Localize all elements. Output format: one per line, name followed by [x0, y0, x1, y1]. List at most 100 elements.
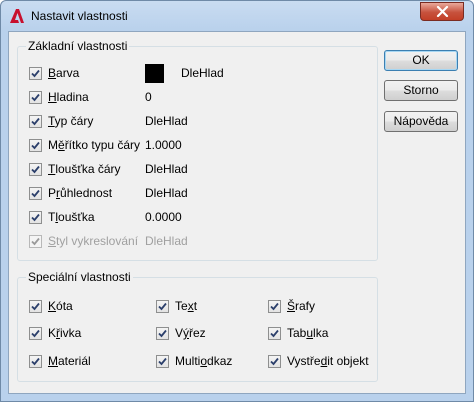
checkbox-label: Průhlednost [48, 186, 112, 200]
special-property-item[interactable]: Text [156, 298, 197, 314]
checkmark-icon [31, 141, 40, 149]
label-part: Te [175, 299, 188, 313]
label-part: řez [189, 326, 206, 340]
checkbox[interactable] [29, 162, 42, 176]
label-part: ladina [56, 90, 89, 104]
dialog-window: Nastavit vlastnosti Základní vlastnosti … [0, 0, 474, 402]
cancel-button[interactable]: Storno [384, 80, 458, 101]
property-value: 0.0000 [145, 210, 182, 224]
checkbox[interactable] [29, 299, 42, 313]
checkmark-icon [31, 357, 40, 365]
checkbox-label: Křivka [48, 326, 81, 340]
special-property-item[interactable]: Výřez [156, 325, 206, 341]
special-property-item[interactable]: Vystředit objekt [268, 353, 369, 369]
label-part: dkaz [207, 354, 233, 368]
label-part: Vystře [287, 354, 321, 368]
special-property-item[interactable]: Materiál [29, 353, 91, 369]
special-property-item[interactable]: Multiodkaz [156, 353, 232, 369]
checkbox-label: Tloušťka čáry [48, 162, 121, 176]
checkbox[interactable] [29, 90, 42, 104]
checkbox-label: Materiál [48, 354, 91, 368]
basic-property-row[interactable]: Tloušťka [29, 209, 95, 225]
label-part: K [48, 326, 57, 340]
checkbox-label: Šrafy [287, 299, 315, 313]
checkmark-icon [158, 357, 167, 365]
checkmark-icon [31, 117, 40, 125]
label-part: arva [56, 66, 80, 80]
label-part: S [48, 234, 57, 248]
checkbox[interactable] [29, 354, 42, 368]
checkmark-icon [31, 302, 40, 310]
checkbox[interactable] [29, 210, 42, 224]
close-button[interactable] [420, 2, 464, 21]
basic-property-row[interactable]: Tloušťka čáry [29, 161, 121, 177]
checkbox-label: Kóta [48, 299, 73, 313]
basic-property-row: Styl vykreslování [29, 233, 138, 249]
checkbox-label: Hladina [48, 90, 89, 104]
checkbox[interactable] [29, 326, 42, 340]
property-value: DleHlad [145, 162, 188, 176]
label-part: M [48, 354, 58, 368]
checkbox-label: Text [175, 299, 197, 313]
special-property-item[interactable]: Křivka [29, 325, 81, 341]
special-property-item[interactable]: Tabulka [268, 325, 328, 341]
checkmark-icon [31, 237, 40, 245]
ok-button[interactable]: OK [384, 50, 458, 71]
checkbox[interactable] [268, 326, 281, 340]
dialog-client-area: Základní vlastnosti Barva DleHlad Hladina 0… [8, 31, 466, 394]
checkbox[interactable] [156, 299, 169, 313]
property-value: DleHlad [145, 114, 188, 128]
label-part: lka [313, 326, 329, 340]
label-part: tyl vykreslování [56, 234, 139, 248]
checkbox[interactable] [268, 354, 281, 368]
checkmark-icon [31, 165, 40, 173]
checkbox [29, 234, 42, 248]
label-part: řítko typu čáry [64, 138, 141, 152]
label-part: T [48, 114, 55, 128]
title-bar[interactable]: Nastavit vlastnosti [1, 1, 473, 31]
basic-property-row[interactable]: Hladina [29, 89, 89, 105]
checkbox[interactable] [268, 299, 281, 313]
label-part: K [48, 299, 57, 313]
checkbox[interactable] [29, 186, 42, 200]
property-value: DleHlad [145, 186, 188, 200]
window-title: Nastavit vlastnosti [31, 9, 128, 23]
checkbox[interactable] [29, 138, 42, 152]
checkbox[interactable] [29, 66, 42, 80]
label-part: V [175, 326, 184, 340]
property-value: 1.0000 [145, 138, 182, 152]
special-property-item[interactable]: Kóta [29, 298, 73, 314]
autocad-app-icon [10, 9, 24, 23]
checkbox-label: Tloušťka [48, 210, 95, 224]
checkmark-icon [31, 69, 40, 77]
checkmark-icon [158, 329, 167, 337]
special-property-item[interactable]: Šrafy [268, 298, 315, 314]
basic-property-row[interactable]: Průhlednost [29, 185, 112, 201]
basic-property-row[interactable]: Typ čáry [29, 113, 93, 129]
checkbox[interactable] [156, 354, 169, 368]
checkbox-label: Výřez [175, 326, 206, 340]
label-part: Multi [175, 354, 201, 368]
basic-property-row[interactable]: Barva [29, 65, 79, 81]
checkbox-label: Barva [48, 66, 79, 80]
label-part: Tab [287, 326, 307, 340]
label-part: Š [287, 299, 296, 313]
checkbox[interactable] [156, 326, 169, 340]
checkbox[interactable] [29, 114, 42, 128]
basic-property-row[interactable]: Měřítko typu čáry [29, 137, 140, 153]
help-button[interactable]: Nápověda [384, 111, 458, 132]
label-part: B [48, 66, 57, 80]
label-part: rafy [295, 299, 316, 313]
label-part: ůhlednost [60, 186, 113, 200]
label-part: M [48, 138, 58, 152]
checkbox-label: Měřítko typu čáry [48, 138, 140, 152]
color-swatch [145, 64, 164, 83]
property-value: DleHlad [145, 234, 188, 248]
label-part: P [48, 186, 57, 200]
label-part: H [48, 90, 57, 104]
label-part: ateriál [58, 354, 91, 368]
label-part: ivka [60, 326, 82, 340]
checkbox-label: Multiodkaz [175, 354, 232, 368]
label-part: t [193, 299, 198, 313]
basic-properties-title: Základní vlastnosti [26, 39, 130, 53]
